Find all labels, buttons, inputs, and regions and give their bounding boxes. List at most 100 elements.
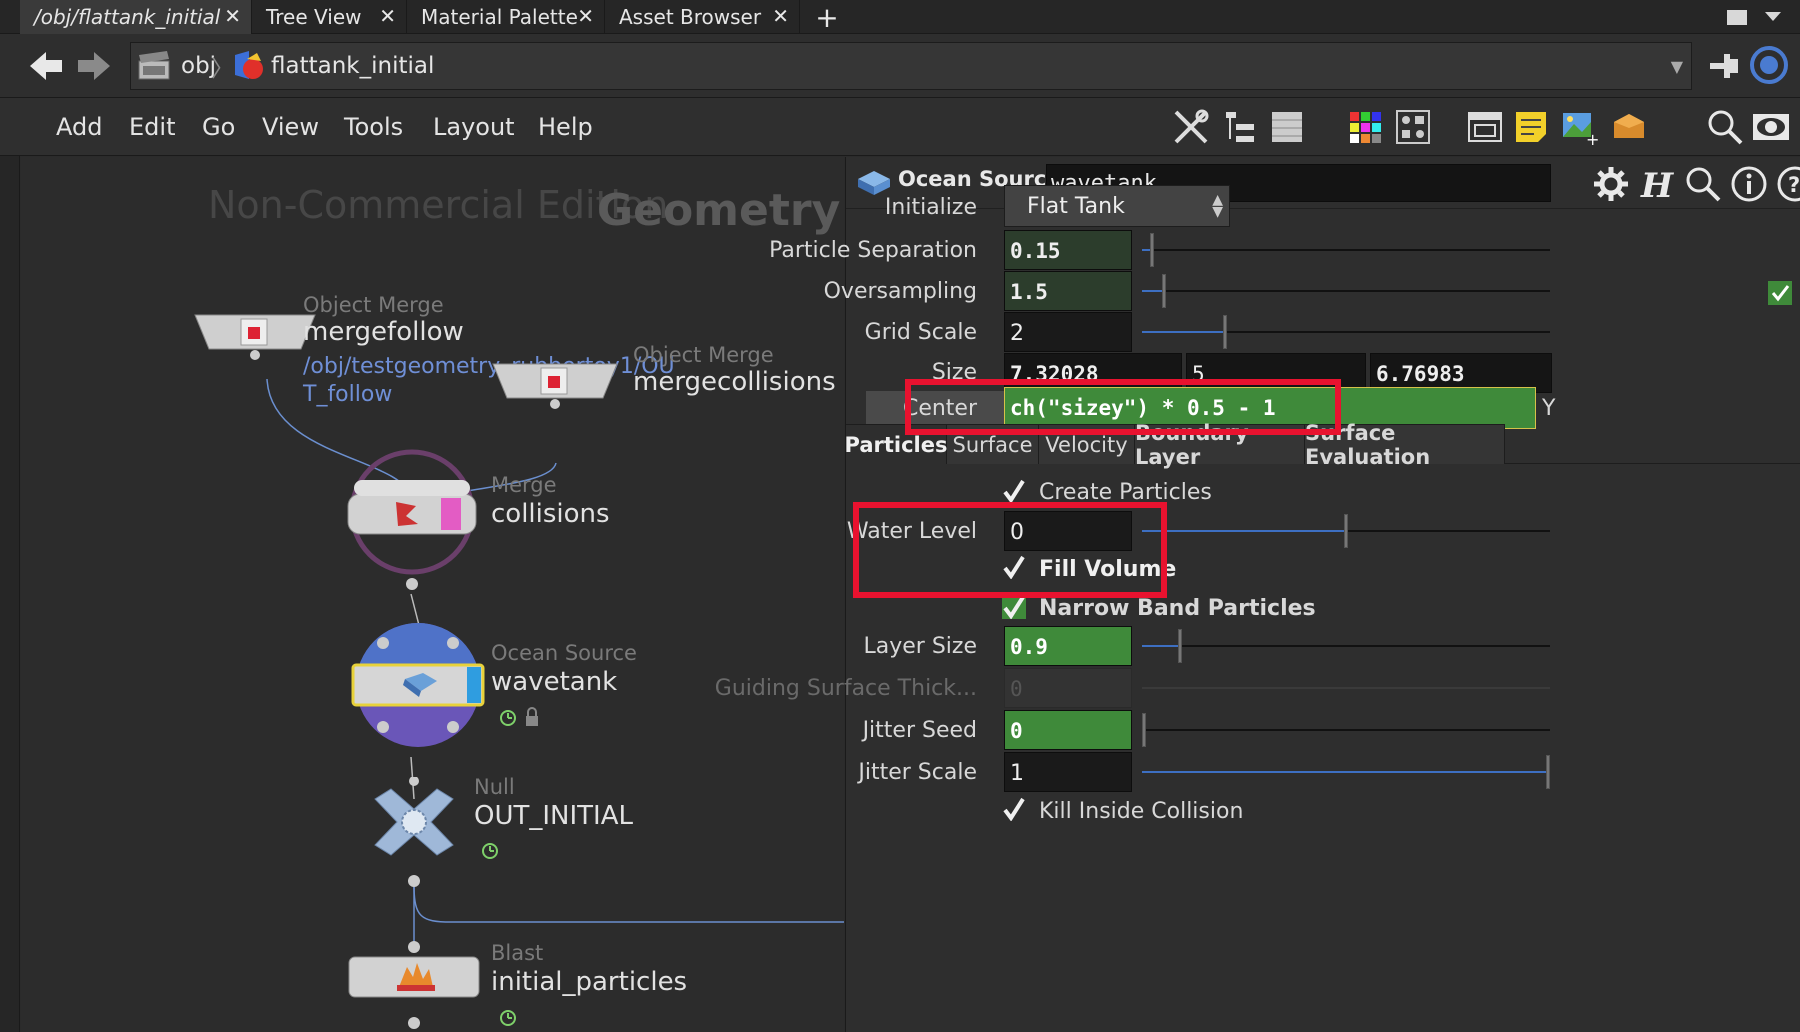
tree-layout-icon[interactable] — [1222, 108, 1260, 146]
add-image-icon[interactable]: + — [1560, 108, 1598, 146]
slider-handle[interactable] — [1344, 514, 1348, 548]
link-target-icon[interactable] — [1748, 44, 1790, 86]
eye-icon[interactable] — [1752, 108, 1790, 146]
gear-icon[interactable] — [1592, 165, 1630, 203]
chevron-updown-icon: ▲ ▼ — [1212, 192, 1223, 220]
clock-icon — [482, 843, 498, 859]
close-icon[interactable]: ✕ — [224, 4, 241, 28]
layer-size-slider[interactable] — [1142, 629, 1550, 663]
slider-handle[interactable] — [1142, 713, 1146, 747]
menu-add[interactable]: Add — [56, 98, 102, 156]
network-editor[interactable]: Non-Commercial Edition Geometry Object M… — [21, 157, 844, 1032]
jitter-scale-slider[interactable] — [1142, 755, 1550, 789]
node-collisions[interactable] — [346, 432, 478, 592]
menu-go[interactable]: Go — [202, 98, 235, 156]
highlight-water-level-box — [853, 502, 1167, 598]
jitter-seed-slider[interactable] — [1142, 713, 1550, 747]
forward-arrow-icon[interactable] — [74, 48, 114, 84]
list-view-icon[interactable] — [1268, 108, 1306, 146]
add-tab-icon[interactable]: + — [812, 0, 842, 34]
node-mergefollow[interactable] — [193, 313, 317, 377]
lock-icon[interactable] — [524, 707, 540, 727]
initialize-dropdown[interactable]: Flat Tank ▲ ▼ — [1004, 185, 1230, 227]
tab-label: /obj/flattank_initial — [34, 5, 221, 29]
guiding-thickness-label: Guiding Surface Thick... — [714, 676, 977, 701]
tab-label: Tree View — [266, 5, 362, 29]
info-icon[interactable] — [1730, 165, 1768, 203]
sticky-note-icon[interactable] — [1512, 108, 1550, 146]
guiding-thickness-slider — [1142, 687, 1550, 689]
grid-scale-slider[interactable] — [1142, 315, 1550, 349]
houdini-help-icon[interactable]: H — [1638, 165, 1676, 203]
jitter-seed-field[interactable]: 0 — [1004, 710, 1132, 750]
tab-label: Material Palette — [421, 5, 578, 29]
path-field[interactable]: obj 〉 flattank_initial ▼ — [130, 42, 1692, 90]
menu-help[interactable]: Help — [538, 98, 593, 156]
slider-handle[interactable] — [1546, 755, 1550, 789]
water-level-slider[interactable] — [1142, 514, 1550, 548]
breadcrumb-obj[interactable]: obj — [137, 43, 216, 89]
slider-handle[interactable] — [1223, 315, 1227, 349]
layer-size-field[interactable]: 0.9 — [1004, 626, 1132, 666]
tools-icon[interactable] — [1172, 108, 1210, 146]
tab-network[interactable]: /obj/flattank_initial ✕ — [20, 0, 252, 34]
svg-text:?: ? — [1788, 173, 1800, 197]
close-icon[interactable]: ✕ — [772, 4, 789, 28]
narrow-band-checkbox[interactable] — [1002, 595, 1026, 619]
menu-view[interactable]: View — [262, 98, 319, 156]
breadcrumb-node[interactable]: flattank_initial — [231, 43, 434, 89]
clock-icon — [500, 710, 516, 726]
node-type-label: Object Merge — [303, 293, 444, 317]
subnet-box-icon[interactable] — [1610, 108, 1648, 146]
particle-separation-slider[interactable] — [1142, 233, 1550, 267]
tab-material-palette[interactable]: Material Palette ✕ — [407, 0, 605, 34]
node-name-label: initial_particles — [491, 967, 688, 997]
particle-separation-field[interactable]: 0.15 — [1004, 230, 1132, 270]
layer-size-label: Layer Size — [863, 634, 978, 659]
clock-icon — [500, 1010, 516, 1026]
grid-scale-field[interactable]: 2 — [1004, 312, 1132, 352]
menu-edit[interactable]: Edit — [129, 98, 175, 156]
shapes-palette-icon[interactable] — [1394, 108, 1432, 146]
node-initial-particles[interactable] — [347, 939, 481, 1029]
node-name-label: mergecollisions — [633, 367, 836, 397]
chevron-down-icon[interactable] — [1762, 7, 1784, 27]
network-box-icon[interactable] — [1466, 108, 1504, 146]
geometry-object-icon — [235, 51, 263, 79]
node-mergecollisions[interactable] — [491, 362, 619, 426]
back-arrow-icon[interactable] — [26, 48, 66, 84]
pin-icon[interactable] — [1706, 48, 1742, 84]
close-icon[interactable]: ✕ — [379, 4, 396, 28]
node-name-label: mergefollow — [303, 317, 464, 347]
create-particles-checkbox[interactable] — [1002, 479, 1026, 503]
help-icon[interactable]: ? — [1776, 165, 1800, 203]
search-icon[interactable] — [1706, 108, 1744, 146]
slider-handle[interactable] — [1178, 629, 1182, 663]
menu-tools[interactable]: Tools — [344, 98, 403, 156]
slider-handle[interactable] — [1150, 233, 1154, 267]
svg-text:+: + — [1586, 130, 1598, 146]
oversampling-slider[interactable] — [1142, 274, 1550, 308]
oversampling-checkbox[interactable] — [1768, 281, 1792, 305]
node-name-label: OUT_INITIAL — [474, 801, 633, 831]
path-bar: obj 〉 flattank_initial ▼ — [0, 34, 1800, 98]
tab-asset-browser[interactable]: Asset Browser ✕ — [605, 0, 800, 34]
narrow-band-label: Narrow Band Particles — [1039, 596, 1316, 621]
chevron-down-icon[interactable]: ▼ — [1671, 57, 1683, 76]
maximize-icon[interactable] — [1726, 7, 1748, 27]
node-type-label: Blast — [491, 941, 544, 965]
kill-inside-label: Kill Inside Collision — [1039, 799, 1244, 824]
grid-scale-label: Grid Scale — [864, 320, 977, 345]
search-icon[interactable] — [1684, 165, 1722, 203]
slider-handle[interactable] — [1162, 274, 1166, 308]
node-wavetank[interactable] — [351, 615, 485, 761]
menu-layout[interactable]: Layout — [433, 98, 515, 156]
kill-inside-checkbox[interactable] — [1002, 797, 1026, 821]
jitter-scale-field[interactable]: 1 — [1004, 752, 1132, 792]
menu-bar: Add Edit Go View Tools Layout Help + — [0, 98, 1800, 156]
node-out-initial[interactable] — [369, 777, 459, 889]
oversampling-field[interactable]: 1.5 — [1004, 271, 1132, 311]
color-palette-icon[interactable] — [1346, 108, 1384, 146]
close-icon[interactable]: ✕ — [577, 4, 594, 28]
tab-tree-view[interactable]: Tree View ✕ — [252, 0, 407, 34]
